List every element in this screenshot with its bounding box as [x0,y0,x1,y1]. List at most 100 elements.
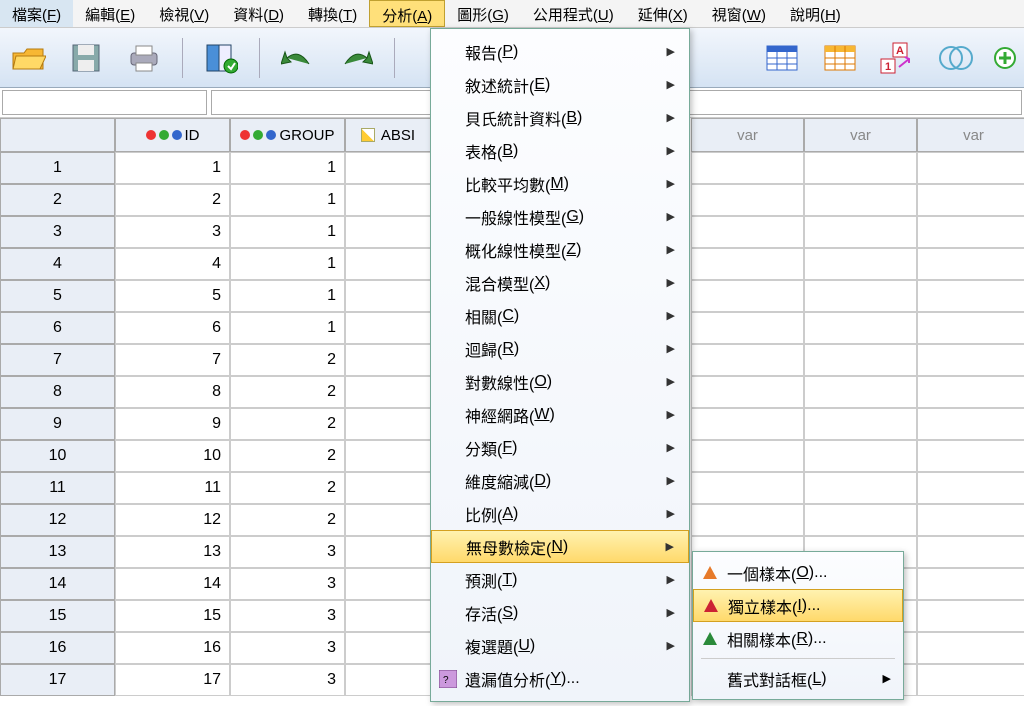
menu-item[interactable]: 維度縮減(D)▶ [431,464,689,497]
cell[interactable]: 5 [115,280,230,312]
grid1-icon[interactable] [762,38,802,78]
cell[interactable] [691,216,804,248]
cell[interactable] [691,440,804,472]
menu-u[interactable]: 公用程式(U) [521,0,626,27]
cell[interactable] [804,216,917,248]
menu-x[interactable]: 延伸(X) [626,0,700,27]
col-id[interactable]: ID [115,118,230,152]
cell[interactable] [917,568,1024,600]
cell[interactable]: 3 [230,600,345,632]
cell[interactable] [804,312,917,344]
cell[interactable] [345,472,431,504]
menu-g[interactable]: 圖形(G) [445,0,521,27]
cell[interactable] [804,184,917,216]
cell[interactable] [917,440,1024,472]
cell[interactable] [345,312,431,344]
cell[interactable]: 2 [115,184,230,216]
row-header[interactable]: 4 [0,248,115,280]
menu-item[interactable]: 對數線性(O)▶ [431,365,689,398]
redo-icon[interactable] [336,38,376,78]
grid-corner[interactable] [0,118,115,152]
submenu-item[interactable]: 獨立樣本(I)... [693,589,903,622]
cell[interactable]: 13 [115,536,230,568]
cell[interactable] [917,632,1024,664]
cell[interactable]: 10 [115,440,230,472]
cell[interactable]: 1 [230,152,345,184]
cell[interactable] [345,440,431,472]
cell[interactable] [804,376,917,408]
cell[interactable]: 3 [230,632,345,664]
cell[interactable] [691,344,804,376]
cell[interactable] [345,376,431,408]
cell[interactable]: 3 [230,536,345,568]
menu-f[interactable]: 檔案(F) [0,0,73,27]
menu-a[interactable]: 分析(A) [369,0,445,27]
undo-icon[interactable] [278,38,318,78]
cell[interactable] [345,632,431,664]
cell[interactable]: 1 [230,312,345,344]
cell[interactable]: 9 [115,408,230,440]
cell[interactable] [917,280,1024,312]
row-header[interactable]: 2 [0,184,115,216]
cell[interactable] [691,248,804,280]
col-absi[interactable]: ABSI [345,118,431,152]
menu-item[interactable]: 比例(A)▶ [431,497,689,530]
cell[interactable] [345,344,431,376]
cell[interactable] [917,376,1024,408]
cell[interactable] [917,216,1024,248]
cell[interactable] [691,312,804,344]
cell[interactable]: 1 [230,216,345,248]
data-view-icon[interactable] [201,38,241,78]
cell[interactable]: 3 [230,664,345,696]
cell[interactable] [345,536,431,568]
menu-item[interactable]: 概化線性模型(Z)▶ [431,233,689,266]
menu-item[interactable]: 神經網路(W)▶ [431,398,689,431]
cell[interactable] [917,248,1024,280]
cell[interactable] [917,504,1024,536]
cell[interactable]: 2 [230,408,345,440]
cell[interactable] [345,408,431,440]
label-icon[interactable]: A1 [878,38,918,78]
cell[interactable] [804,248,917,280]
cell[interactable] [345,248,431,280]
cell[interactable] [691,184,804,216]
cell[interactable] [917,664,1024,696]
cell[interactable]: 1 [230,280,345,312]
menu-item[interactable]: 混合模型(X)▶ [431,266,689,299]
cell[interactable] [917,536,1024,568]
row-header[interactable]: 14 [0,568,115,600]
cell[interactable] [804,472,917,504]
menu-item[interactable]: ?遺漏值分析(Y)... [431,662,689,695]
cell[interactable] [917,152,1024,184]
menu-v[interactable]: 檢視(V) [147,0,221,27]
cell[interactable]: 2 [230,344,345,376]
name-box[interactable] [2,90,207,115]
cell[interactable] [691,280,804,312]
cell[interactable] [804,344,917,376]
col-var-2[interactable]: var [804,118,917,152]
cell[interactable]: 3 [230,568,345,600]
row-header[interactable]: 17 [0,664,115,696]
cell[interactable] [691,152,804,184]
cell[interactable]: 1 [230,248,345,280]
add-icon[interactable] [994,38,1016,78]
menu-item[interactable]: 存活(S)▶ [431,596,689,629]
cell[interactable]: 3 [115,216,230,248]
menu-d[interactable]: 資料(D) [221,0,296,27]
cell[interactable] [691,376,804,408]
row-header[interactable]: 7 [0,344,115,376]
menu-item[interactable]: 分類(F)▶ [431,431,689,464]
cell[interactable]: 1 [230,184,345,216]
cell[interactable] [345,568,431,600]
cell[interactable]: 2 [230,504,345,536]
col-group[interactable]: GROUP [230,118,345,152]
menu-item[interactable]: 一般線性模型(G)▶ [431,200,689,233]
cell[interactable]: 2 [230,472,345,504]
cell[interactable]: 8 [115,376,230,408]
menu-e[interactable]: 編輯(E) [73,0,147,27]
menu-item[interactable]: 比較平均數(M)▶ [431,167,689,200]
submenu-item[interactable]: 一個樣本(O)... [693,556,903,589]
cell[interactable] [691,408,804,440]
cell[interactable] [917,312,1024,344]
menu-w[interactable]: 視窗(W) [700,0,778,27]
